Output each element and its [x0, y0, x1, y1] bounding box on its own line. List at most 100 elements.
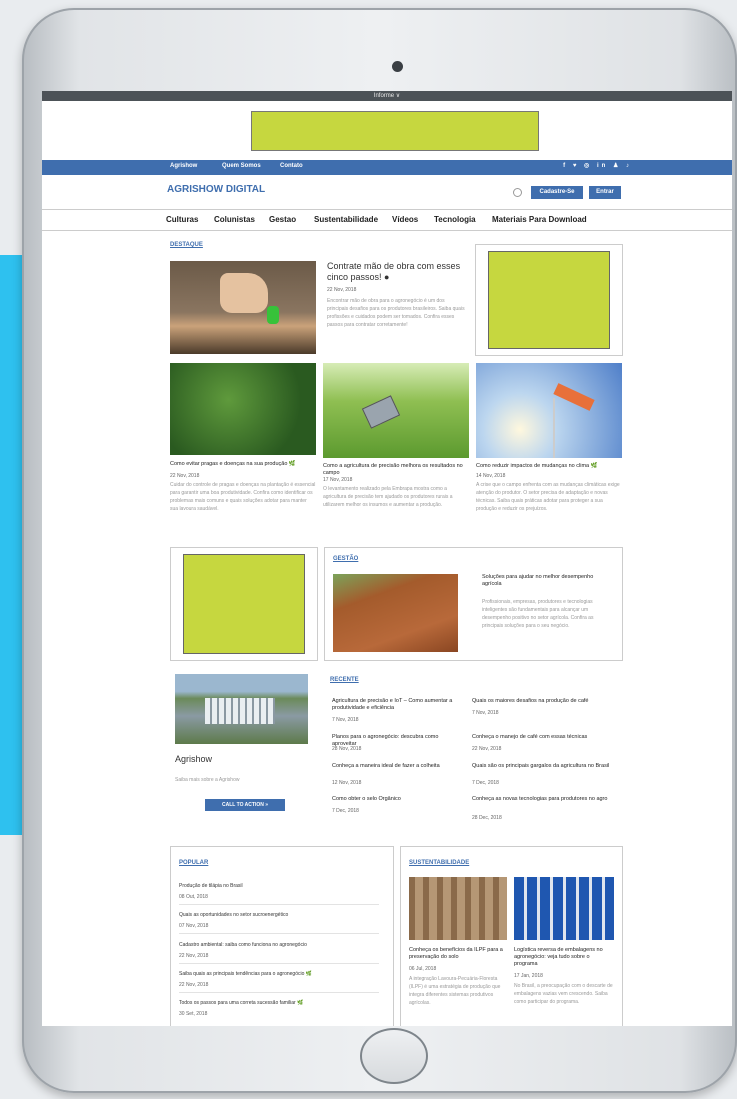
nav-agrishow[interactable]: Agrishow: [170, 163, 197, 169]
gestao-excerpt: Profissionais, empresas, produtores e te…: [482, 599, 594, 629]
green-figure: [267, 306, 279, 324]
recent-6-title[interactable]: Quais são os principais gargalos da agri…: [472, 763, 612, 770]
top-info-bar[interactable]: Informe ∨: [42, 91, 732, 101]
social-icons[interactable]: f ♥ ◎ in ♟ ♪: [563, 162, 632, 169]
card-2-excerpt: O levantamento realizado pela Embrapa mo…: [323, 486, 453, 508]
popular-panel: POPULAR Produção de tilápia no Brasil 08…: [170, 846, 394, 1026]
recent-7-date: 7 Dec, 2018: [332, 808, 359, 814]
nav-videos[interactable]: Vídeos: [392, 215, 418, 224]
popular-3-title[interactable]: Cadastro ambiental: saiba como funciona …: [179, 942, 307, 948]
sust-2-excerpt: No Brasil, a preocupação com o descarte …: [514, 983, 613, 1005]
top-banner-ad[interactable]: [251, 111, 539, 151]
recent-5-title[interactable]: Conheça a maneira ideal de fazer a colhe…: [332, 763, 462, 770]
card-image-pests[interactable]: [170, 363, 316, 455]
windsock-pole: [553, 398, 555, 458]
gestao-panel: GESTÃO Soluções para ajudar no melhor de…: [324, 547, 623, 661]
popular-4-date: 22 Nov, 2018: [179, 982, 209, 988]
nav-contato[interactable]: Contato: [280, 163, 303, 169]
popular-1-title[interactable]: Produção de tilápia no Brasil: [179, 883, 243, 889]
section-destaque-title: DESTAQUE: [170, 242, 203, 248]
section-popular-title: POPULAR: [179, 860, 209, 866]
featured-date: 22 Nov, 2018: [327, 287, 357, 293]
card-3-date: 14 Nov, 2018: [476, 473, 506, 479]
subscribe-button[interactable]: Cadastre-Se: [531, 186, 583, 199]
gestao-image[interactable]: [333, 574, 458, 652]
popular-1-date: 08 Out, 2018: [179, 894, 208, 900]
recent-2-date: 7 Nov, 2018: [472, 710, 499, 716]
sust-2-date: 17 Jan, 2018: [514, 973, 543, 979]
card-3-excerpt: A crise que o campo enfrenta com as muda…: [476, 482, 620, 512]
card-3-title[interactable]: Como reduzir impactos de mudanças no cli…: [476, 463, 622, 470]
card-1-title[interactable]: Como evitar pragas e doenças na sua prod…: [170, 461, 316, 468]
section-recente-title: RECENTE: [330, 677, 359, 683]
popular-5-date: 30 Set, 2018: [179, 1011, 208, 1017]
divider: [179, 992, 379, 993]
agrishow-text: Saiba mais sobre a Agrishow: [175, 777, 240, 783]
middle-ad-fill[interactable]: [183, 554, 305, 654]
popular-4-title[interactable]: Saiba quais as principais tendências par…: [179, 971, 312, 977]
sust-image-forest[interactable]: [409, 877, 507, 940]
sust-1-title[interactable]: Conheça os benefícios da ILPF para a pre…: [409, 947, 507, 961]
category-nav: Culturas Colunistas Gestao Sustentabilid…: [42, 209, 732, 231]
card-2-title[interactable]: Como a agricultura de precisão melhora o…: [323, 463, 469, 477]
camera-icon: [392, 61, 403, 72]
tents-shape: [205, 698, 275, 724]
card-image-windsock[interactable]: [476, 363, 622, 458]
featured-image[interactable]: [170, 261, 316, 354]
recent-4-title[interactable]: Conheça o manejo de café com essas técni…: [472, 734, 612, 741]
recent-1-title[interactable]: Agricultura de precisão e IoT – Como aum…: [332, 698, 462, 712]
popular-2-title[interactable]: Quais as oportunidades no setor sucroene…: [179, 912, 288, 918]
card-1-excerpt: Cuidar do controle de pragas e doenças n…: [170, 482, 316, 512]
nav-tecnologia[interactable]: Tecnologia: [434, 215, 476, 224]
section-gestao-title: GESTÃO: [333, 556, 359, 562]
nav-quem-somos[interactable]: Quem Somos: [222, 163, 261, 169]
recent-8-date: 28 Dec, 2018: [472, 815, 502, 821]
popular-3-date: 22 Nov, 2018: [179, 953, 209, 959]
sidebar-ad-fill[interactable]: [488, 251, 610, 349]
windsock-shape: [553, 383, 595, 411]
recent-7-title[interactable]: Como obter o selo Orgânico: [332, 796, 462, 803]
gestao-title[interactable]: Soluções para ajudar no melhor desempenh…: [482, 574, 612, 588]
login-button[interactable]: Entrar: [589, 186, 621, 199]
recent-4-date: 22 Nov, 2018: [472, 746, 502, 752]
nav-culturas[interactable]: Culturas: [166, 215, 198, 224]
search-icon[interactable]: [513, 188, 522, 197]
card-image-tablet-field[interactable]: [323, 363, 469, 458]
call-to-action-button[interactable]: CALL TO ACTION »: [205, 799, 285, 811]
nav-gestao[interactable]: Gestao: [269, 215, 296, 224]
site-logo[interactable]: AGRISHOW DIGITAL: [167, 184, 265, 195]
featured-title[interactable]: Contrate mão de obra com esses cinco pas…: [327, 261, 467, 283]
popular-5-title[interactable]: Todos os passos para uma correta sucessã…: [179, 1000, 303, 1006]
agrishow-image[interactable]: [175, 674, 308, 744]
divider: [179, 904, 379, 905]
popular-2-date: 07 Nov, 2018: [179, 923, 209, 929]
top-nav: Agrishow Quem Somos Contato f ♥ ◎ in ♟ ♪: [42, 160, 732, 175]
nav-sustentabilidade[interactable]: Sustentabilidade: [314, 215, 378, 224]
sustentabilidade-panel: SUSTENTABILIDADE Conheça os benefícios d…: [400, 846, 623, 1026]
recent-1-date: 7 Nov, 2018: [332, 717, 359, 723]
card-1-date: 22 Nov, 2018: [170, 473, 200, 479]
recent-6-date: 7 Dec, 2018: [472, 780, 499, 786]
section-sustentabilidade-title: SUSTENTABILIDADE: [409, 860, 470, 866]
website-screen: Informe ∨ Agrishow Quem Somos Contato f …: [42, 91, 732, 1026]
recent-8-title[interactable]: Conheça as novas tecnologias para produt…: [472, 796, 612, 803]
sust-1-date: 06 Jul, 2018: [409, 966, 437, 972]
home-button[interactable]: [360, 1028, 428, 1084]
featured-excerpt: Encontrar mão de obra para o agronegócio…: [327, 298, 465, 328]
divider: [179, 933, 379, 934]
nav-materiais[interactable]: Materiais Para Download: [492, 215, 587, 224]
card-2-date: 17 Nov, 2018: [323, 477, 353, 483]
middle-ad: [170, 547, 318, 661]
sust-1-excerpt: A integração Lavoura-Pecuária-Floresta (…: [409, 976, 501, 1006]
recent-3-date: 28 Nov, 2018: [332, 746, 362, 752]
sust-image-barrels[interactable]: [514, 877, 614, 940]
sust-2-title[interactable]: Logística reversa de embalagens no agron…: [514, 947, 614, 968]
divider: [179, 963, 379, 964]
nav-colunistas[interactable]: Colunistas: [214, 215, 255, 224]
sidebar-ad: [475, 244, 623, 356]
recent-2-title[interactable]: Quais os maiores desafios na produção de…: [472, 698, 612, 705]
hand-shape: [220, 273, 268, 313]
recent-5-date: 12 Nov, 2018: [332, 780, 362, 786]
agrishow-title: Agrishow: [175, 754, 213, 764]
tablet-frame: Informe ∨ Agrishow Quem Somos Contato f …: [22, 8, 737, 1093]
